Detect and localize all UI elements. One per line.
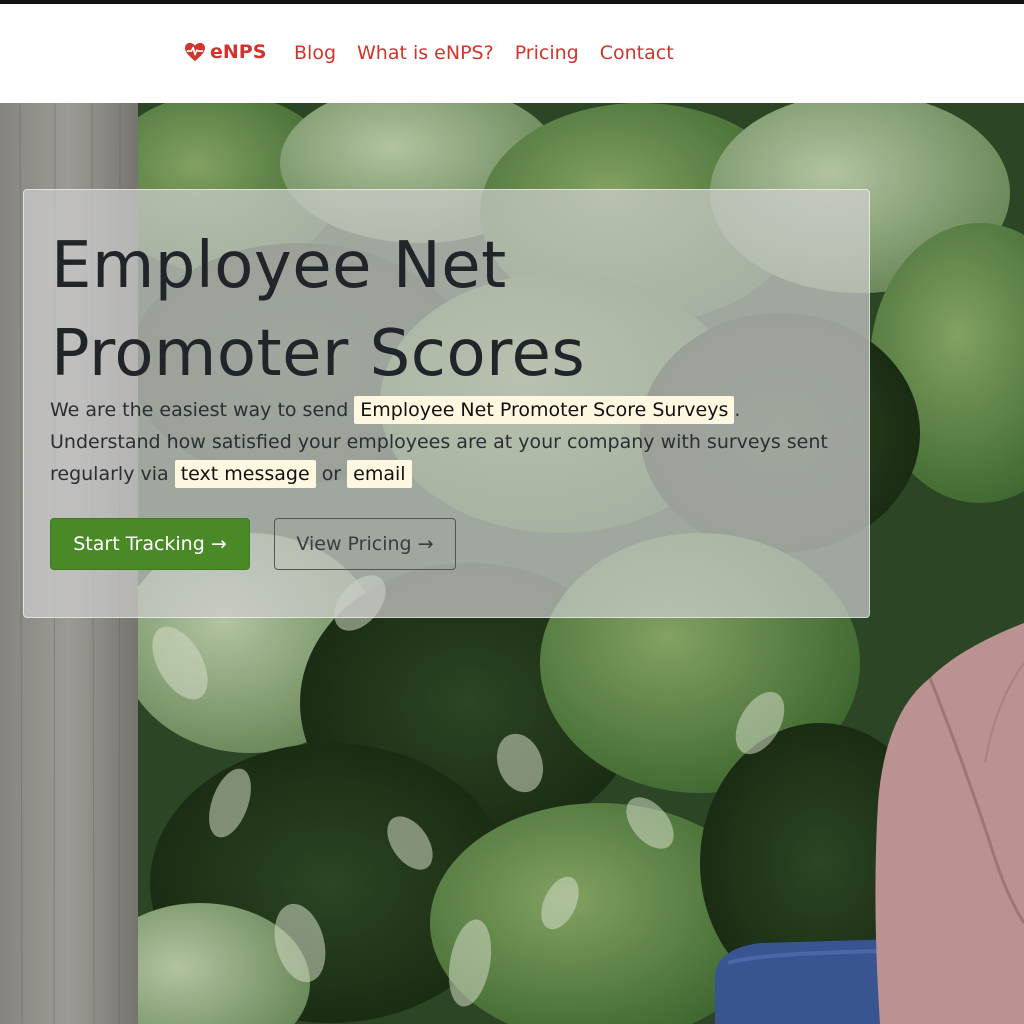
nav-link-what-is-enps[interactable]: What is eNPS? [357, 42, 494, 64]
highlight-surveys: Employee Net Promoter Score Surveys [354, 396, 735, 424]
title-line-1: Employee Net [51, 229, 507, 303]
nav-link-pricing[interactable]: Pricing [515, 42, 579, 64]
brand-name: eNPS [210, 41, 267, 63]
lead-period: . [734, 399, 741, 421]
nav-link-contact[interactable]: Contact [600, 42, 674, 64]
title-line-2: Promoter Scores [51, 317, 586, 391]
heart-pulse-icon [185, 42, 205, 62]
nav-links: Blog What is eNPS? Pricing Contact [294, 42, 674, 64]
brand-logo[interactable]: eNPS [184, 41, 266, 63]
nav-link-blog[interactable]: Blog [294, 42, 336, 64]
lead-or: or [321, 463, 342, 485]
hero-card: Employee Net Promoter Scores We are the … [23, 189, 870, 618]
lead-prefix: We are the easiest way to send [50, 399, 349, 421]
page-title: Employee Net Promoter Scores [51, 222, 751, 398]
highlight-text-message: text message [174, 460, 316, 488]
view-pricing-button[interactable]: View Pricing → [274, 518, 456, 570]
hero-section: Employee Net Promoter Scores We are the … [0, 103, 1024, 1024]
start-tracking-button[interactable]: Start Tracking → [50, 518, 250, 570]
hero-description: We are the easiest way to send Employee … [50, 394, 850, 490]
highlight-email: email [347, 460, 412, 488]
lead-middle: Understand how satisfied your employees … [50, 431, 828, 485]
navbar: eNPS Blog What is eNPS? Pricing Contact [0, 4, 1024, 103]
